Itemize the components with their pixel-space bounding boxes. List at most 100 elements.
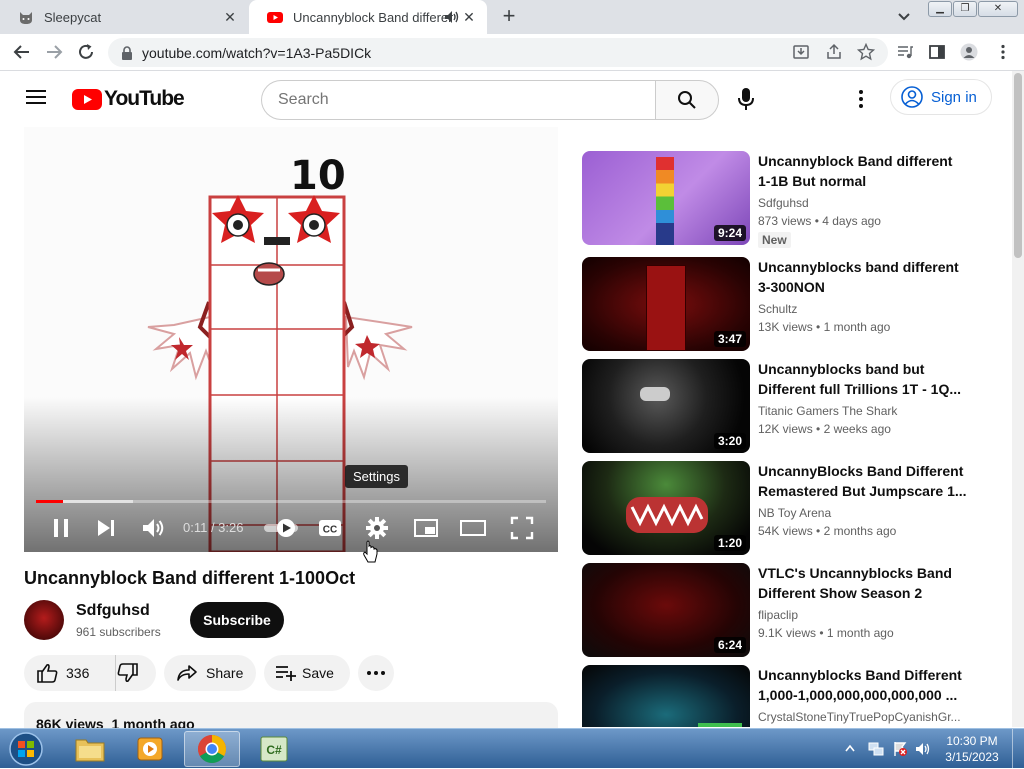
recommendation-item[interactable]: 6:24 VTLC's Uncannyblocks Band Different… — [582, 563, 982, 657]
bookmark-star-icon[interactable] — [857, 43, 875, 61]
youtube-favicon-icon — [267, 12, 283, 23]
page-scrollbar[interactable] — [1012, 71, 1024, 727]
theater-mode-icon[interactable] — [460, 515, 486, 541]
video-duration: 3:47 — [713, 331, 746, 347]
recommendation-item[interactable]: 3:20 Uncannyblocks band but Different fu… — [582, 359, 982, 453]
address-bar[interactable]: youtube.com/watch?v=1A3-Pa5DICk — [108, 38, 888, 67]
chrome-menu-icon[interactable] — [994, 43, 1012, 61]
close-window-button[interactable]: ✕ — [978, 1, 1018, 17]
video-title[interactable]: Uncannyblocks band different 3-300NON — [758, 257, 968, 297]
tab-sleepycat[interactable]: Sleepycat ✕ — [0, 0, 248, 34]
recommendation-item[interactable]: Uncannyblocks Band Different 1,000-1,000… — [582, 665, 982, 727]
save-button[interactable]: Save — [264, 655, 350, 691]
back-icon[interactable] — [12, 42, 32, 62]
video-title[interactable]: VTLC's Uncannyblocks Band Different Show… — [758, 563, 968, 603]
speaker-volume-icon[interactable] — [915, 741, 931, 757]
video-meta: 13K views • 1 month ago — [758, 320, 891, 334]
thumbnail-figure — [698, 723, 742, 727]
recommendation-item[interactable]: 3:47 Uncannyblocks band different 3-300N… — [582, 257, 982, 351]
youtube-logo[interactable]: YouTube — [72, 87, 185, 110]
youtube-logo-text: YouTube — [104, 87, 185, 110]
action-center-flag-icon[interactable] — [892, 741, 908, 757]
side-panel-icon[interactable] — [928, 43, 946, 61]
channel-name[interactable]: Schultz — [758, 302, 968, 316]
more-horizontal-icon — [367, 671, 385, 675]
new-tab-button[interactable]: + — [498, 5, 520, 28]
fullscreen-icon[interactable] — [509, 515, 535, 541]
video-player[interactable]: 10 Settings 0:11 / 3:26 CC — [24, 127, 558, 552]
channel-name[interactable]: NB Toy Arena — [758, 506, 968, 520]
audio-playing-icon[interactable] — [445, 11, 459, 23]
autoplay-toggle-icon[interactable] — [262, 515, 312, 541]
next-video-icon[interactable] — [93, 515, 119, 541]
channel-name[interactable]: CrystalStoneTinyTruePopCyanishGr... — [758, 710, 968, 724]
channel-name[interactable]: Sdfguhsd — [76, 602, 150, 620]
profile-avatar-icon[interactable] — [960, 43, 978, 61]
video-thumbnail[interactable]: 3:47 — [582, 257, 750, 351]
video-title[interactable]: Uncannyblocks Band Different 1,000-1,000… — [758, 665, 968, 705]
sign-in-button[interactable]: Sign in — [890, 79, 992, 115]
subscribe-button[interactable]: Subscribe — [190, 602, 284, 638]
close-tab-icon[interactable]: ✕ — [222, 9, 238, 25]
search-box[interactable] — [261, 80, 656, 120]
channel-avatar[interactable] — [24, 600, 64, 640]
show-desktop-button[interactable] — [1012, 729, 1024, 769]
close-tab-icon[interactable]: ✕ — [461, 9, 477, 25]
thumbnail-figure — [656, 157, 674, 245]
taskbar-file-explorer[interactable] — [62, 731, 118, 767]
install-app-icon[interactable] — [792, 43, 810, 61]
lock-icon[interactable] — [120, 45, 134, 61]
video-title[interactable]: Uncannyblock Band different 1-1B But nor… — [758, 151, 968, 191]
reload-icon[interactable] — [76, 42, 96, 62]
system-clock[interactable]: 10:30 PM 3/15/2023 — [936, 733, 1008, 765]
channel-name[interactable]: Sdfguhsd — [758, 196, 968, 210]
share-page-icon[interactable] — [825, 43, 843, 61]
thumbs-down-icon[interactable] — [117, 663, 139, 683]
video-thumbnail[interactable]: 3:20 — [582, 359, 750, 453]
media-control-icon[interactable] — [896, 43, 914, 61]
upload-age: 1 month ago — [823, 320, 891, 334]
media-player-icon — [137, 737, 163, 761]
start-button-icon[interactable] — [7, 731, 45, 767]
share-button[interactable]: Share — [164, 655, 256, 691]
video-title: Uncannyblock Band different 1-100Oct — [24, 568, 356, 588]
channel-name[interactable]: Titanic Gamers The Shark — [758, 404, 968, 418]
recommendation-item[interactable]: 9:24 Uncannyblock Band different 1-1B Bu… — [582, 151, 982, 248]
settings-gear-icon[interactable] — [364, 515, 390, 541]
search-button[interactable] — [655, 80, 719, 120]
captions-icon[interactable]: CC — [317, 515, 343, 541]
video-title[interactable]: UncannyBlocks Band Different Remastered … — [758, 461, 968, 501]
network-icon[interactable] — [868, 741, 884, 757]
volume-icon[interactable] — [140, 515, 166, 541]
tab-title: Uncannyblock Band different 1-1000ct — [293, 9, 453, 25]
video-thumbnail[interactable]: 9:24 — [582, 151, 750, 245]
hamburger-menu-icon[interactable] — [26, 89, 46, 105]
scrollbar-thumb[interactable] — [1014, 73, 1022, 258]
taskbar-csharp-editor[interactable]: C# — [246, 731, 302, 767]
microphone-icon[interactable] — [738, 88, 754, 110]
more-actions-button[interactable] — [358, 655, 394, 691]
tab-youtube-video[interactable]: Uncannyblock Band different 1-1000ct ✕ — [249, 0, 487, 34]
progress-bar[interactable] — [36, 500, 546, 503]
miniplayer-icon[interactable] — [413, 515, 439, 541]
video-thumbnail[interactable]: 1:20 — [582, 461, 750, 555]
view-count: 13K views — [758, 320, 813, 334]
video-thumbnail[interactable] — [582, 665, 750, 727]
show-hidden-icons-icon[interactable] — [845, 744, 855, 752]
restore-window-button[interactable]: ❐ — [953, 1, 977, 17]
tab-search-chevron-icon[interactable] — [895, 8, 913, 26]
minimize-window-button[interactable]: ▁ — [928, 1, 952, 17]
video-title[interactable]: Uncannyblocks band but Different full Tr… — [758, 359, 968, 399]
forward-icon[interactable] — [44, 42, 64, 62]
more-options-icon[interactable] — [853, 89, 869, 109]
channel-name[interactable]: flipaclip — [758, 608, 968, 622]
pause-icon[interactable] — [48, 515, 74, 541]
taskbar-chrome[interactable] — [184, 731, 240, 767]
search-input[interactable] — [278, 89, 638, 111]
video-meta: 873 views • 4 days ago — [758, 214, 881, 228]
taskbar-media-player[interactable] — [122, 731, 178, 767]
like-button[interactable]: 336 — [24, 655, 116, 691]
save-label: Save — [302, 665, 334, 681]
recommendation-item[interactable]: 1:20 UncannyBlocks Band Different Remast… — [582, 461, 982, 555]
video-thumbnail[interactable]: 6:24 — [582, 563, 750, 657]
